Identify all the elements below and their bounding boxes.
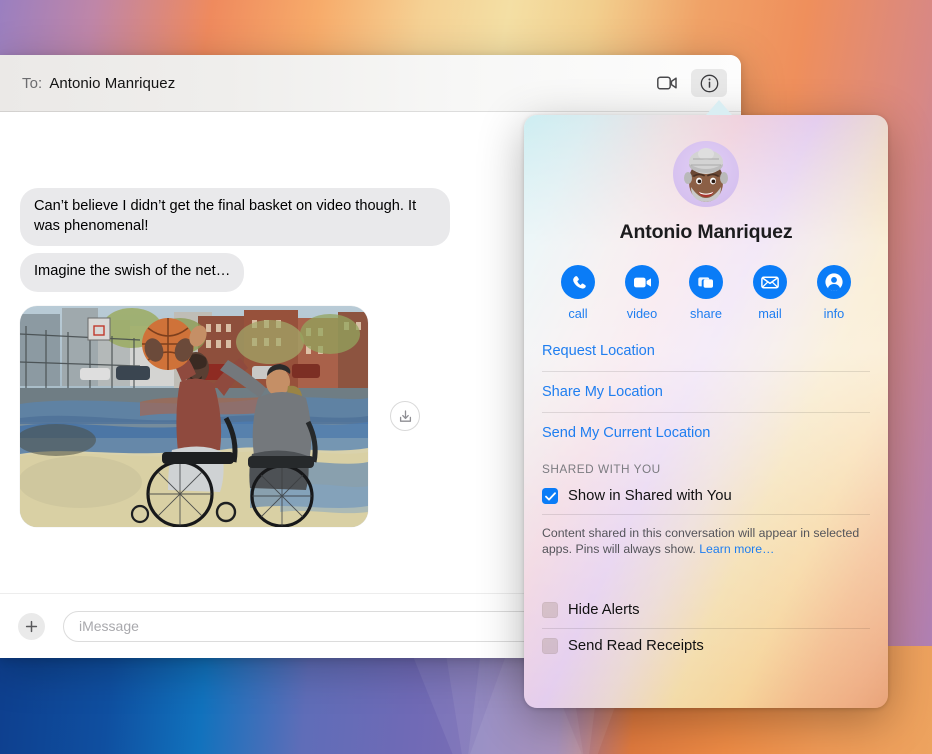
facetime-button[interactable] [649,69,685,97]
show-in-shared-with-you-row[interactable]: Show in Shared with You [542,479,870,514]
action-share-label: share [689,306,722,321]
info-circle-icon [700,74,718,92]
action-mail-circle[interactable] [753,265,787,299]
action-mail[interactable]: mail [746,265,794,321]
action-info-circle[interactable] [817,265,851,299]
memoji-avatar [684,148,728,202]
hide-alerts-label: Hide Alerts [568,602,640,619]
send-read-receipts-label: Send Read Receipts [568,638,704,655]
plus-icon [25,620,38,632]
message-bubble-incoming[interactable]: Can’t believe I didn’t get the final bas… [16,188,450,247]
popover-contact-name: Antonio Manriquez [619,221,793,243]
request-location-link[interactable]: Request Location [542,331,870,371]
contact-info-popover: Antonio Manriquez call video share mail … [524,115,888,708]
action-call-circle[interactable] [561,265,595,299]
person-circle-icon [825,273,843,291]
imessage-placeholder: iMessage [79,618,139,634]
download-tray-icon [399,409,411,422]
show-in-shared-label: Show in Shared with You [568,488,732,504]
message-bubble-incoming[interactable]: Imagine the swish of the net… [15,253,245,293]
share-my-location-link[interactable]: Share My Location [542,372,870,412]
hide-alerts-checkbox[interactable] [542,602,558,619]
contact-avatar[interactable] [673,141,739,207]
send-current-location-link[interactable]: Send My Current Location [542,413,870,453]
share-windows-icon [697,276,713,288]
hide-alerts-row[interactable]: Hide Alerts [542,593,870,628]
send-read-receipts-checkbox[interactable] [542,638,558,655]
video-camera-icon [633,277,651,287]
phone-icon [572,275,586,289]
action-share-circle[interactable] [689,265,723,299]
send-read-receipts-row[interactable]: Send Read Receipts [542,629,870,664]
shared-with-you-heading: SHARED WITH YOU [542,462,661,476]
conversation-options-section: Hide Alerts Send Read Receipts [524,593,888,664]
action-video-label: video [626,306,658,321]
action-share[interactable]: share [682,265,730,321]
add-attachment-button[interactable] [18,612,45,640]
save-attachment-button[interactable] [390,401,420,432]
video-camera-icon [657,76,677,90]
action-video[interactable]: video [618,265,666,321]
action-call-label: call [568,306,588,321]
location-section: Request Location Share My Location Send … [524,331,888,453]
photo-attachment[interactable] [20,305,368,527]
action-call[interactable]: call [554,265,602,321]
window-titlebar: To: Antonio Manriquez [0,55,741,112]
checkmark-icon [544,491,556,500]
popover-arrow [706,100,732,115]
info-button[interactable] [691,69,727,97]
action-info-label: info [823,306,845,321]
action-mail-label: mail [758,306,782,321]
action-video-circle[interactable] [625,265,659,299]
quick-actions: call video share mail info [524,244,888,321]
learn-more-link[interactable]: Learn more… [699,542,774,556]
basketball-photo [20,305,368,527]
envelope-icon [761,275,779,289]
show-in-shared-checkbox[interactable] [542,488,558,504]
to-label: To: [22,74,43,92]
shared-with-you-note: Content shared in this conversation will… [542,515,870,569]
action-info[interactable]: info [810,265,858,321]
titlebar-actions [649,69,741,97]
recipient-name: Antonio Manriquez [49,74,176,92]
shared-with-you-section: SHARED WITH YOU Show in Shared with You … [524,453,888,569]
